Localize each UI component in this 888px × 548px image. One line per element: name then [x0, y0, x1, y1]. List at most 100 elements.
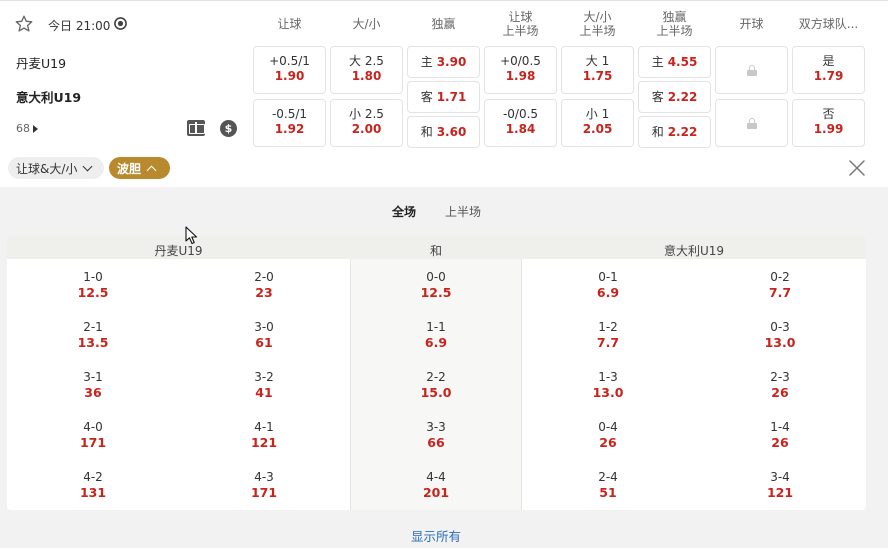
more-markets-count: 68: [16, 122, 30, 135]
market-filter-label: 让球&大/小: [16, 161, 78, 176]
score-cell[interactable]: 0-2 7.7: [720, 269, 840, 301]
score-label: 1-1: [426, 320, 446, 334]
score-cell[interactable]: 4-2 131: [33, 469, 153, 501]
score-odds: 23: [255, 285, 273, 300]
odds-win-1h-draw[interactable]: 和 2.22: [638, 116, 711, 148]
odds-handicap-1h-home[interactable]: +0/0.5 1.98: [484, 46, 557, 94]
column-header-kickoff: 开球: [739, 17, 764, 31]
correct-score-toggle[interactable]: 波胆: [109, 157, 170, 179]
score-cell[interactable]: 0-4 26: [548, 419, 668, 451]
score-label: 3-2: [254, 370, 274, 384]
score-label: 0-4: [598, 420, 618, 434]
close-icon[interactable]: [848, 159, 866, 177]
odds-win-1h-away[interactable]: 客 2.22: [638, 81, 711, 113]
score-label: 3-4: [770, 470, 790, 484]
score-odds: 26: [771, 385, 789, 400]
score-label: 2-3: [770, 370, 790, 384]
away-team-name: 意大利U19: [16, 90, 82, 105]
match-card: 今日 21:00 丹麦U19 意大利U19 68 $ 让球 大/小 独赢 让球上…: [0, 0, 888, 187]
column-header-over-under: 大/小: [352, 17, 381, 31]
score-cell[interactable]: 2-0 23: [204, 269, 324, 301]
score-odds: 61: [255, 335, 273, 350]
score-cell[interactable]: 4-1 121: [204, 419, 324, 451]
score-label: 2-2: [426, 370, 446, 384]
odds-btts-yes[interactable]: 是 1.79: [792, 46, 865, 94]
odds-win-home[interactable]: 主 3.90: [407, 46, 480, 78]
odds-kickoff-locked: [715, 99, 788, 147]
star-icon[interactable]: [14, 14, 34, 34]
score-label: 2-0: [254, 270, 274, 284]
odds-handicap-away[interactable]: -0.5/1 1.92: [253, 99, 326, 147]
score-label: 3-0: [254, 320, 274, 334]
column-header-btts: 双方球队...: [798, 17, 859, 31]
score-odds: 171: [250, 485, 278, 500]
score-label: 1-4: [770, 420, 790, 434]
score-cell[interactable]: 1-0 12.5: [33, 269, 153, 301]
market-filter-dropdown[interactable]: 让球&大/小: [8, 157, 104, 179]
score-odds: 6.9: [596, 285, 620, 300]
odds-win-draw[interactable]: 和 3.60: [407, 116, 480, 148]
header-home-team: 丹麦U19: [154, 244, 203, 258]
score-cell[interactable]: 3-3 66: [376, 419, 496, 451]
tab-full-time[interactable]: 全场: [392, 203, 416, 220]
odds-over[interactable]: 大 2.5 1.80: [330, 46, 403, 94]
score-label: 3-1: [83, 370, 103, 384]
odds-over-1h[interactable]: 大 1 1.75: [561, 46, 634, 94]
score-cell[interactable]: 4-4 201: [376, 469, 496, 501]
score-cell[interactable]: 0-3 13.0: [720, 319, 840, 351]
score-cell[interactable]: 3-1 36: [33, 369, 153, 401]
score-label: 0-1: [598, 270, 618, 284]
chevron-up-icon: [146, 165, 157, 175]
match-time: 今日 21:00: [48, 19, 111, 33]
lock-icon: [746, 117, 757, 129]
score-cell[interactable]: 1-4 26: [720, 419, 840, 451]
score-cell[interactable]: 0-0 12.5: [376, 269, 496, 301]
column-header-win: 独赢: [431, 17, 456, 31]
header-away-team: 意大利U19: [663, 244, 725, 258]
cash-icon[interactable]: $: [220, 120, 237, 137]
score-cell[interactable]: 3-4 121: [720, 469, 840, 501]
score-label: 1-0: [83, 270, 103, 284]
score-cell[interactable]: 4-3 171: [204, 469, 324, 501]
score-cell[interactable]: 0-1 6.9: [548, 269, 668, 301]
home-team-name: 丹麦U19: [16, 56, 67, 71]
more-markets-link[interactable]: 68: [16, 122, 38, 135]
score-cell[interactable]: 2-1 13.5: [33, 319, 153, 351]
score-cell[interactable]: 4-0 171: [33, 419, 153, 451]
score-odds: 121: [766, 485, 794, 500]
score-odds: 171: [79, 435, 107, 450]
odds-btts-no[interactable]: 否 1.99: [792, 99, 865, 147]
score-odds: 13.5: [77, 335, 109, 350]
score-cell[interactable]: 1-1 6.9: [376, 319, 496, 351]
score-odds: 131: [79, 485, 107, 500]
odds-under-1h[interactable]: 小 1 2.05: [561, 99, 634, 147]
odds-win-away[interactable]: 客 1.71: [407, 81, 480, 113]
score-label: 4-1: [254, 420, 274, 434]
score-cell[interactable]: 3-0 61: [204, 319, 324, 351]
header-draw: 和: [429, 244, 442, 258]
odds-handicap-home[interactable]: +0.5/1 1.90: [253, 46, 326, 94]
odds-win-1h-home[interactable]: 主 4.55: [638, 46, 711, 78]
score-odds: 121: [250, 435, 278, 450]
score-cell[interactable]: 1-2 7.7: [548, 319, 668, 351]
score-cell[interactable]: 1-3 13.0: [548, 369, 668, 401]
score-label: 4-3: [254, 470, 274, 484]
score-odds: 12.5: [77, 285, 109, 300]
show-all-link[interactable]: 显示所有: [0, 526, 872, 545]
lock-icon: [746, 64, 757, 76]
score-cell[interactable]: 2-3 26: [720, 369, 840, 401]
score-odds: 7.7: [768, 285, 792, 300]
score-cell[interactable]: 2-4 51: [548, 469, 668, 501]
score-odds: 6.9: [424, 335, 448, 350]
score-label: 2-4: [598, 470, 618, 484]
odds-under[interactable]: 小 2.5 2.00: [330, 99, 403, 147]
odds-handicap-1h-away[interactable]: -0/0.5 1.84: [484, 99, 557, 147]
score-cell[interactable]: 3-2 41: [204, 369, 324, 401]
tab-first-half[interactable]: 上半场: [445, 203, 481, 220]
pitch-icon[interactable]: [187, 120, 205, 136]
score-odds: 36: [84, 385, 102, 400]
score-label: 0-0: [426, 270, 446, 284]
score-odds: 26: [599, 435, 617, 450]
cursor-icon: [185, 226, 198, 245]
score-cell[interactable]: 2-2 15.0: [376, 369, 496, 401]
